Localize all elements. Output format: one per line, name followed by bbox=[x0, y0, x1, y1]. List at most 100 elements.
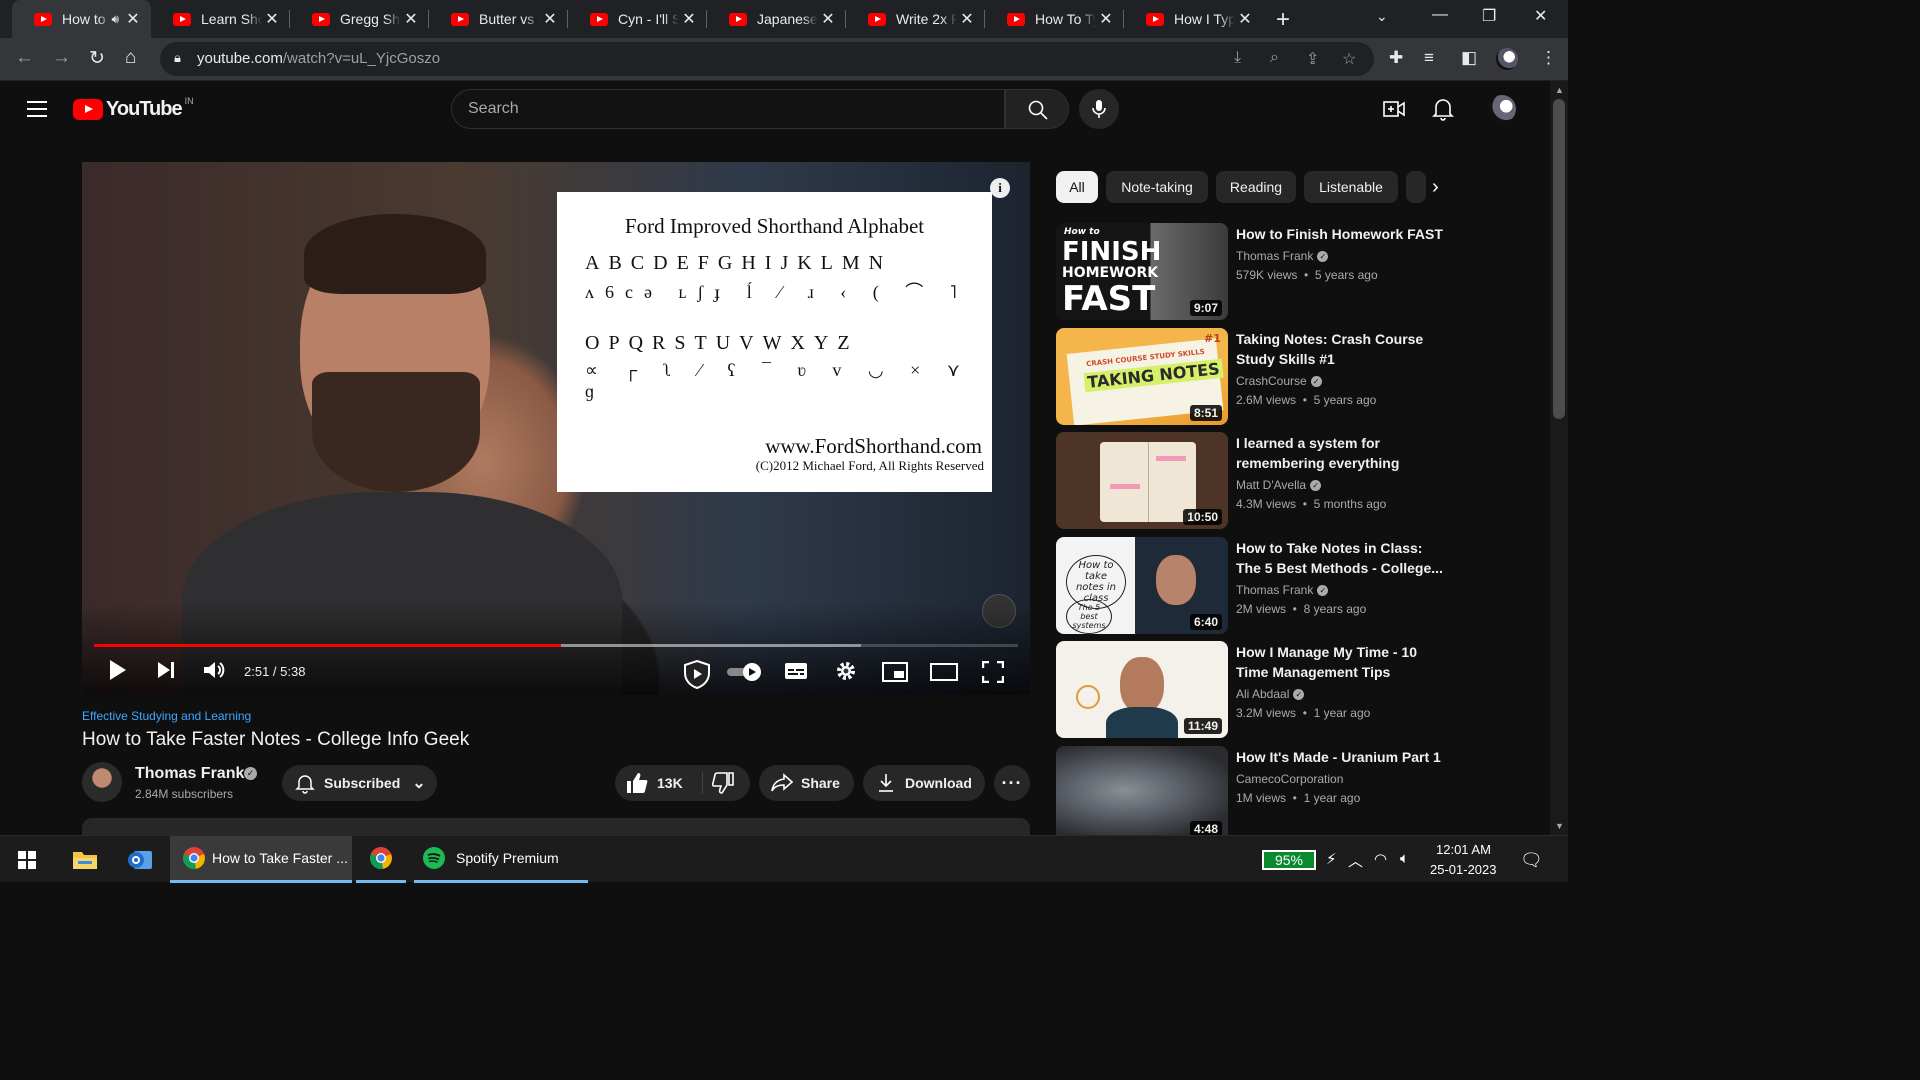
chrome-taskbar-window[interactable]: How to Take Faster ... bbox=[170, 836, 352, 883]
notifications-icon[interactable]: 🗨︎ bbox=[1520, 850, 1543, 871]
profile-avatar[interactable] bbox=[1496, 48, 1518, 70]
clock-date[interactable]: 25-01-2023 bbox=[1430, 862, 1497, 877]
tab-close-icon[interactable]: ✕ bbox=[262, 9, 282, 29]
browser-tab[interactable]: Learn Shorthand ✕ bbox=[151, 0, 290, 38]
tab-close-icon[interactable]: ✕ bbox=[1096, 9, 1116, 29]
video-hashtag-link[interactable]: Effective Studying and Learning bbox=[82, 709, 251, 723]
chip-listenable[interactable]: Listenable bbox=[1304, 171, 1398, 203]
forward-icon[interactable]: → bbox=[52, 47, 71, 69]
download-button[interactable]: Download bbox=[863, 765, 985, 801]
tab-close-icon[interactable]: ✕ bbox=[818, 9, 838, 29]
recommendation-item[interactable]: How to take notes in class The 5 best sy… bbox=[1056, 537, 1451, 634]
video-thumbnail[interactable]: 11:49 bbox=[1056, 641, 1228, 738]
channel-name[interactable]: Matt D'Avella ✓ bbox=[1236, 478, 1322, 492]
chevron-right-icon[interactable]: › bbox=[1432, 176, 1439, 199]
address-bar[interactable]: 🔒︎ youtube.com/watch?v=uL_YjcGoszo ⤓ ⌕ ⇪… bbox=[160, 42, 1374, 76]
video-thumbnail[interactable]: CRASH COURSE STUDY SKILLS TAKING NOTES #… bbox=[1056, 328, 1228, 425]
browser-tab[interactable]: Japanese Food ✕ bbox=[707, 0, 846, 38]
file-explorer-button[interactable] bbox=[72, 836, 98, 883]
extensions-icon[interactable]: ✚ bbox=[1389, 48, 1403, 68]
tab-close-icon[interactable]: ✕ bbox=[540, 9, 560, 29]
tab-close-icon[interactable]: ✕ bbox=[401, 9, 421, 29]
volume-icon[interactable] bbox=[202, 659, 226, 681]
video-title[interactable]: Taking Notes: Crash Course Study Skills … bbox=[1236, 329, 1451, 369]
channel-name[interactable]: Thomas Frank ✓ bbox=[1236, 249, 1329, 263]
outlook-button[interactable] bbox=[126, 836, 154, 883]
settings-gear-icon[interactable] bbox=[834, 659, 858, 683]
video-title[interactable]: How I Manage My Time - 10 Time Managemen… bbox=[1236, 642, 1451, 682]
search-box[interactable] bbox=[451, 89, 1005, 129]
tab-close-icon[interactable]: ✕ bbox=[123, 9, 143, 29]
zoom-icon[interactable]: ⌕ bbox=[1270, 49, 1279, 67]
browser-tab[interactable]: How to Take Faster Notes 🔊︎ ✕ bbox=[12, 0, 151, 38]
bookmark-star-icon[interactable]: ☆ bbox=[1342, 49, 1356, 69]
subscribed-button[interactable]: Subscribed ⌄ bbox=[282, 765, 437, 801]
chip-partial[interactable] bbox=[1406, 171, 1426, 203]
fullscreen-icon[interactable] bbox=[982, 661, 1004, 683]
chip-note-taking[interactable]: Note-taking bbox=[1106, 171, 1208, 203]
shield-icon[interactable] bbox=[682, 659, 712, 689]
video-thumbnail[interactable]: 10:50 bbox=[1056, 432, 1228, 529]
video-title[interactable]: How to Take Notes in Class: The 5 Best M… bbox=[1236, 538, 1451, 578]
chrome-taskbar-window-2[interactable] bbox=[356, 836, 406, 883]
channel-name[interactable]: CrashCourse ✓ bbox=[1236, 374, 1322, 388]
progress-bar[interactable] bbox=[94, 644, 1018, 647]
back-icon[interactable]: ← bbox=[15, 47, 34, 69]
share-page-icon[interactable]: ⇪ bbox=[1306, 49, 1319, 69]
minimize-icon[interactable]: — bbox=[1432, 6, 1448, 24]
dislike-button[interactable] bbox=[711, 771, 735, 798]
account-avatar[interactable] bbox=[1488, 95, 1516, 123]
battery-indicator[interactable]: 95% bbox=[1262, 850, 1316, 870]
channel-avatar[interactable] bbox=[82, 762, 122, 802]
recommendation-item[interactable]: How to FINISH HOMEWORK FAST 9:07 How to … bbox=[1056, 223, 1451, 320]
video-thumbnail[interactable]: 4:48 bbox=[1056, 746, 1228, 835]
spotify-taskbar-window[interactable]: Spotify Premium bbox=[414, 836, 588, 883]
video-thumbnail[interactable]: How to take notes in class The 5 best sy… bbox=[1056, 537, 1228, 634]
home-icon[interactable]: ⌂ bbox=[125, 47, 136, 69]
show-hidden-icons-chevron-icon[interactable]: ︿ bbox=[1348, 850, 1363, 871]
scrollbar-thumb[interactable] bbox=[1553, 99, 1565, 419]
search-input[interactable] bbox=[468, 100, 968, 118]
tab-close-icon[interactable]: ✕ bbox=[1235, 9, 1255, 29]
tab-close-icon[interactable]: ✕ bbox=[679, 9, 699, 29]
recommendation-item[interactable]: 10:50 I learned a system for remembering… bbox=[1056, 432, 1451, 529]
search-button[interactable] bbox=[1005, 89, 1069, 129]
notifications-bell-icon[interactable] bbox=[1432, 97, 1454, 121]
voice-search-button[interactable] bbox=[1079, 89, 1119, 129]
clock-time[interactable]: 12:01 AM bbox=[1436, 842, 1491, 857]
info-icon[interactable]: i bbox=[990, 178, 1010, 198]
youtube-logo[interactable]: YouTube IN bbox=[73, 96, 194, 121]
recommendation-item[interactable]: CRASH COURSE STUDY SKILLS TAKING NOTES #… bbox=[1056, 328, 1451, 425]
more-actions-button[interactable]: ··· bbox=[994, 765, 1030, 801]
page-scrollbar[interactable]: ▲ ▼ bbox=[1550, 81, 1568, 835]
autoplay-toggle-icon[interactable] bbox=[726, 662, 762, 682]
new-tab-icon[interactable]: + bbox=[1276, 6, 1290, 34]
channel-name[interactable]: Thomas Frank ✓ bbox=[1236, 583, 1329, 597]
guide-menu-icon[interactable] bbox=[27, 101, 47, 122]
recommendation-item[interactable]: 4:48 How It's Made - Uranium Part 1 Came… bbox=[1056, 746, 1451, 835]
url-text[interactable]: youtube.com/watch?v=uL_YjcGoszo bbox=[197, 50, 440, 67]
scroll-down-icon[interactable]: ▼ bbox=[1555, 821, 1564, 831]
play-icon[interactable] bbox=[108, 659, 128, 681]
video-player[interactable]: Ford Improved Shorthand Alphabet ABCDEFG… bbox=[82, 162, 1030, 695]
miniplayer-icon[interactable] bbox=[882, 662, 908, 682]
create-video-icon[interactable] bbox=[1382, 97, 1406, 121]
start-button[interactable] bbox=[18, 836, 36, 883]
channel-name[interactable]: CamecoCorporation bbox=[1236, 772, 1343, 786]
side-panel-icon[interactable]: ◧ bbox=[1461, 48, 1477, 68]
lock-icon[interactable]: 🔒︎ bbox=[174, 50, 181, 66]
chip-reading[interactable]: Reading bbox=[1216, 171, 1296, 203]
video-title[interactable]: How to Finish Homework FAST bbox=[1236, 224, 1451, 244]
video-thumbnail[interactable]: How to FINISH HOMEWORK FAST 9:07 bbox=[1056, 223, 1228, 320]
chip-all[interactable]: All bbox=[1056, 171, 1098, 203]
scroll-up-icon[interactable]: ▲ bbox=[1555, 85, 1564, 95]
speaker-icon[interactable]: 🔈︎ bbox=[1400, 850, 1409, 867]
recommendation-item[interactable]: 11:49 How I Manage My Time - 10 Time Man… bbox=[1056, 641, 1451, 738]
close-window-icon[interactable]: ✕ bbox=[1534, 6, 1547, 26]
video-title[interactable]: I learned a system for remembering every… bbox=[1236, 433, 1451, 473]
tab-search-chevron-icon[interactable]: ⌄ bbox=[1376, 8, 1388, 25]
browser-tab[interactable]: Cyn - I'll Still ✕ bbox=[568, 0, 707, 38]
theater-mode-icon[interactable] bbox=[930, 663, 958, 681]
tab-audio-icon[interactable]: 🔊︎ bbox=[111, 12, 119, 27]
install-app-icon[interactable]: ⤓ bbox=[1234, 49, 1241, 67]
